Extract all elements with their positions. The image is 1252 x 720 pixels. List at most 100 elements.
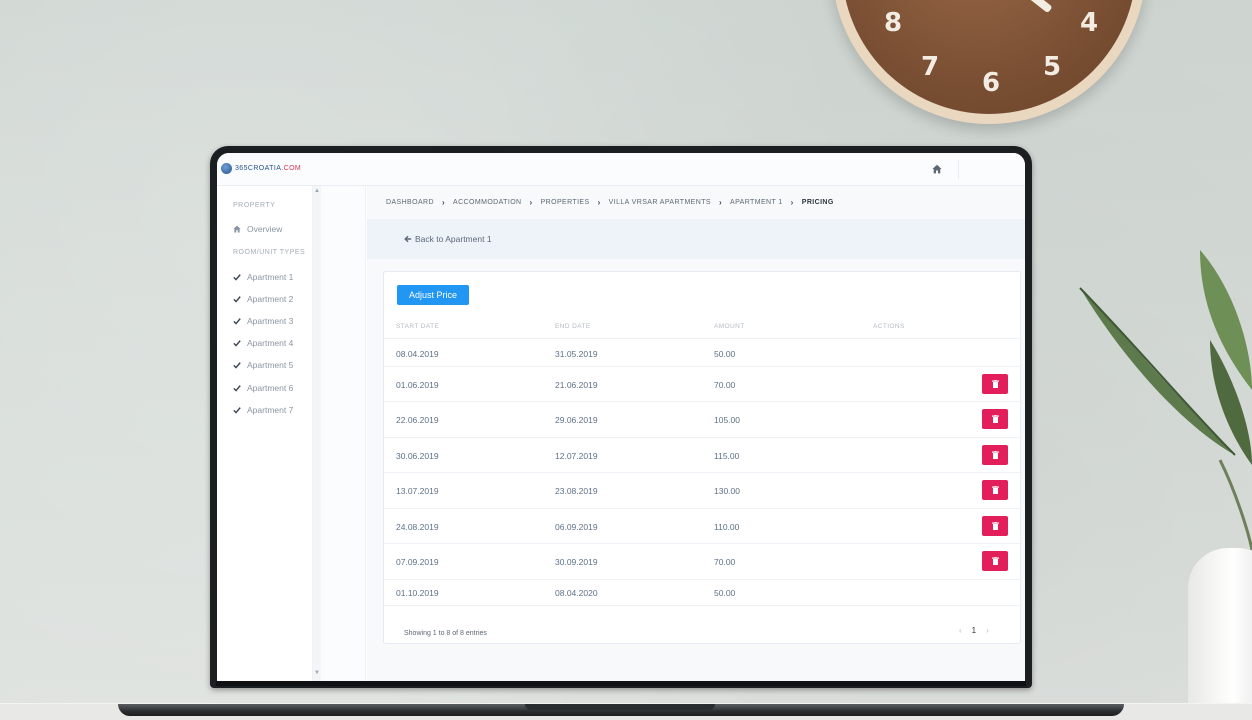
plant-pot bbox=[1188, 548, 1252, 720]
sidebar-item-apartment-4[interactable]: Apartment 4 bbox=[233, 338, 293, 348]
end-date-cell: 21.06.2019 bbox=[555, 380, 598, 390]
sidebar-section-units: ROOM/UNIT TYPES bbox=[233, 249, 306, 256]
home-icon[interactable] bbox=[932, 164, 942, 174]
check-icon bbox=[233, 385, 241, 392]
end-date-cell: 08.04.2020 bbox=[555, 588, 598, 598]
table-row: 13.07.2019 23.08.2019 130.00 bbox=[384, 472, 1022, 508]
check-icon bbox=[233, 407, 241, 414]
delete-button[interactable] bbox=[982, 480, 1008, 500]
end-date-cell: 12.07.2019 bbox=[555, 451, 598, 461]
brand-logo[interactable]: 365CROATIA.COM bbox=[221, 163, 301, 174]
sidebar-item-apartment-6[interactable]: Apartment 6 bbox=[233, 383, 293, 393]
adjust-price-button[interactable]: Adjust Price bbox=[397, 285, 469, 305]
sidebar-item-apartment-5[interactable]: Apartment 5 bbox=[233, 360, 293, 370]
delete-button[interactable] bbox=[982, 374, 1008, 394]
laptop-screen: 365CROATIA.COM PROPERTY Overview ROOM/UN… bbox=[217, 153, 1025, 681]
arrow-left-icon bbox=[404, 235, 412, 243]
amount-cell: 70.00 bbox=[714, 380, 736, 390]
check-icon bbox=[233, 296, 241, 303]
column-header-end-date[interactable]: END DATE bbox=[555, 323, 591, 330]
pagination: ‹ 1 › bbox=[959, 626, 989, 635]
breadcrumb-separator-icon: › bbox=[790, 198, 794, 207]
clock-number: 5 bbox=[1043, 52, 1062, 82]
table-row: 08.04.2019 31.05.2019 50.00 bbox=[384, 338, 1022, 366]
sidebar-item-label: Apartment 6 bbox=[247, 383, 294, 393]
clock-hand bbox=[1019, 0, 1053, 14]
breadcrumb-properties[interactable]: PROPERTIES bbox=[541, 199, 590, 206]
table-row: 01.06.2019 21.06.2019 70.00 bbox=[384, 366, 1022, 401]
check-icon bbox=[233, 362, 241, 369]
check-icon bbox=[233, 274, 241, 281]
trash-icon bbox=[992, 522, 999, 530]
amount-cell: 70.00 bbox=[714, 557, 736, 567]
logo-text: 365CROATIA bbox=[235, 165, 282, 172]
back-bar: Back to Apartment 1 bbox=[367, 219, 1025, 259]
sidebar-item-apartment-3[interactable]: Apartment 3 bbox=[233, 316, 293, 326]
start-date-cell: 01.06.2019 bbox=[396, 380, 439, 390]
trash-icon bbox=[992, 415, 999, 423]
header-divider bbox=[958, 160, 959, 179]
start-date-cell: 24.08.2019 bbox=[396, 522, 439, 532]
table-row: 07.09.2019 30.09.2019 70.00 bbox=[384, 543, 1022, 579]
end-date-cell: 30.09.2019 bbox=[555, 557, 598, 567]
scroll-down-icon[interactable]: ▼ bbox=[314, 670, 320, 676]
start-date-cell: 07.09.2019 bbox=[396, 557, 439, 567]
sidebar-item-apartment-1[interactable]: Apartment 1 bbox=[233, 272, 293, 282]
sidebar-item-overview[interactable]: Overview bbox=[233, 224, 282, 234]
delete-button[interactable] bbox=[982, 516, 1008, 536]
delete-button[interactable] bbox=[982, 409, 1008, 429]
delete-button[interactable] bbox=[982, 445, 1008, 465]
clock-number: 7 bbox=[921, 52, 940, 82]
clock-number: 6 bbox=[982, 68, 1001, 98]
column-header-amount[interactable]: AMOUNT bbox=[714, 323, 745, 330]
pagination-next[interactable]: › bbox=[986, 626, 989, 635]
column-header-actions: ACTIONS bbox=[873, 323, 905, 330]
content-gutter bbox=[321, 186, 366, 681]
end-date-cell: 31.05.2019 bbox=[555, 349, 598, 359]
table-row: 30.06.2019 12.07.2019 115.00 bbox=[384, 437, 1022, 472]
column-header-start-date[interactable]: START DATE bbox=[396, 323, 439, 330]
laptop-frame: 365CROATIA.COM PROPERTY Overview ROOM/UN… bbox=[210, 146, 1032, 688]
sidebar-item-label: Overview bbox=[247, 224, 283, 234]
check-icon bbox=[233, 340, 241, 347]
scroll-up-icon[interactable]: ▲ bbox=[314, 188, 320, 194]
laptop-notch bbox=[525, 704, 715, 710]
breadcrumb: DASHBOARD › ACCOMMODATION › PROPERTIES ›… bbox=[386, 198, 834, 207]
sidebar-section-property: PROPERTY bbox=[233, 202, 276, 209]
breadcrumb-unit[interactable]: APARTMENT 1 bbox=[730, 199, 783, 206]
start-date-cell: 08.04.2019 bbox=[396, 349, 439, 359]
breadcrumb-accommodation[interactable]: ACCOMMODATION bbox=[453, 199, 521, 206]
trash-icon bbox=[992, 451, 999, 459]
back-link[interactable]: Back to Apartment 1 bbox=[404, 234, 492, 244]
sidebar-item-label: Apartment 2 bbox=[247, 294, 294, 304]
clock-number: 8 bbox=[884, 8, 903, 38]
sidebar-scrollbar[interactable]: ▲ ▼ bbox=[313, 186, 321, 681]
amount-cell: 50.00 bbox=[714, 349, 736, 359]
logo-suffix: .COM bbox=[281, 165, 302, 172]
trash-icon bbox=[992, 380, 999, 388]
breadcrumb-dashboard[interactable]: DASHBOARD bbox=[386, 199, 434, 206]
breadcrumb-property[interactable]: VILLA VRSAR APARTMENTS bbox=[609, 199, 711, 206]
table-row: 01.10.2019 08.04.2020 50.00 bbox=[384, 579, 1022, 606]
breadcrumb-current: PRICING bbox=[801, 199, 834, 206]
start-date-cell: 01.10.2019 bbox=[396, 588, 439, 598]
start-date-cell: 30.06.2019 bbox=[396, 451, 439, 461]
pagination-prev[interactable]: ‹ bbox=[959, 626, 962, 635]
sidebar-item-apartment-7[interactable]: Apartment 7 bbox=[233, 405, 293, 415]
sidebar-item-label: Apartment 1 bbox=[247, 272, 294, 282]
home-icon bbox=[233, 225, 241, 233]
sidebar-item-label: Apartment 4 bbox=[247, 338, 294, 348]
sidebar-item-label: Apartment 5 bbox=[247, 360, 294, 370]
laptop-bezel bbox=[216, 681, 1026, 686]
back-link-label: Back to Apartment 1 bbox=[415, 234, 492, 244]
trash-icon bbox=[992, 486, 999, 494]
amount-cell: 115.00 bbox=[714, 451, 740, 461]
delete-button[interactable] bbox=[982, 551, 1008, 571]
pagination-page-1[interactable]: 1 bbox=[972, 626, 976, 635]
main-content: DASHBOARD › ACCOMMODATION › PROPERTIES ›… bbox=[367, 186, 1025, 681]
end-date-cell: 29.06.2019 bbox=[555, 415, 598, 425]
end-date-cell: 23.08.2019 bbox=[555, 486, 598, 496]
breadcrumb-separator-icon: › bbox=[597, 198, 601, 207]
sidebar-item-apartment-2[interactable]: Apartment 2 bbox=[233, 294, 293, 304]
entries-info: Showing 1 to 8 of 8 entries bbox=[404, 630, 487, 637]
